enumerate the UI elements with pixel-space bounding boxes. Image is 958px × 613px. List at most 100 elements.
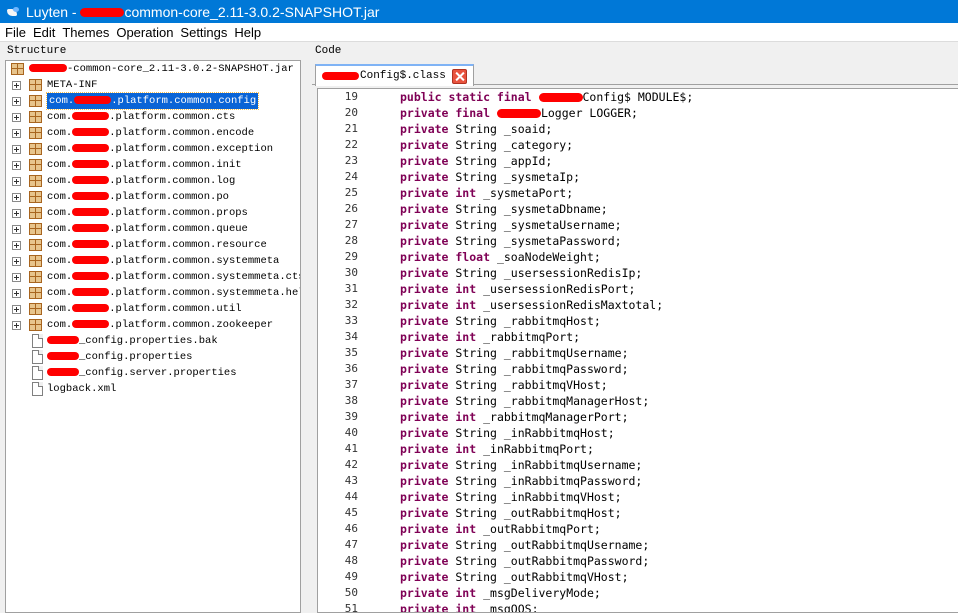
tree-package-item[interactable]: com. .platform.common.props [6, 205, 300, 221]
tree-package-item[interactable]: com. .platform.common.zookeeper [6, 317, 300, 333]
tab-config-class[interactable]: Config$.class [315, 64, 474, 86]
package-label: META-INF [47, 77, 97, 93]
tree-package-item[interactable]: com. .platform.common.po [6, 189, 300, 205]
close-tab-icon[interactable] [451, 68, 467, 84]
code-text: private int _rabbitmqManagerPort; [362, 409, 629, 425]
package-icon [29, 207, 42, 219]
code-keyword: private [400, 362, 449, 376]
menu-edit[interactable]: Edit [31, 25, 60, 40]
tree-package-item[interactable]: com. .platform.common.log [6, 173, 300, 189]
tree-package-item[interactable]: META-INF [6, 77, 300, 93]
package-icon [29, 287, 42, 299]
code-keyword: private [400, 122, 449, 136]
package-suffix: .platform.common.queue [109, 223, 248, 235]
line-number: 37 [318, 377, 362, 393]
code-line: 46 private int _outRabbitmqPort; [318, 521, 958, 537]
code-rest: String _outRabbitmqHost; [455, 506, 622, 520]
tree-package-item[interactable]: com. .platform.common.init [6, 157, 300, 173]
redaction-mark [47, 352, 79, 361]
code-keyword: private [400, 138, 449, 152]
code-rest: _sysmetaPort; [483, 186, 574, 200]
tree-file-item[interactable]: _config.properties.bak [6, 333, 300, 349]
tree-package-item[interactable]: com. .platform.common.exception [6, 141, 300, 157]
code-line: 51 private int _msgQOS; [318, 601, 958, 612]
tree-package-item[interactable]: com. .platform.common.systemmeta [6, 253, 300, 269]
expand-toggle-icon[interactable] [12, 113, 21, 122]
expand-toggle-icon[interactable] [12, 129, 21, 138]
code-keyword: private [400, 170, 449, 184]
code-keyword: private [400, 202, 449, 216]
code-line: 44 private String _inRabbitmqVHost; [318, 489, 958, 505]
package-prefix: com. [47, 191, 73, 203]
expand-toggle-icon[interactable] [12, 273, 21, 282]
code-rest: String _appId; [455, 154, 553, 168]
tree-package-item[interactable]: com. .platform.common.queue [6, 221, 300, 237]
code-rest: String _sysmetaUsername; [455, 218, 622, 232]
file-label: _config.properties [47, 349, 192, 365]
package-prefix: com. [47, 319, 73, 331]
package-label: com. .platform.common.systemmeta.cts. [47, 269, 300, 285]
expand-toggle-icon[interactable] [12, 225, 21, 234]
code-rest: String _outRabbitmqVHost; [455, 570, 629, 584]
expand-toggle-icon[interactable] [12, 161, 21, 170]
split-pane-divider[interactable] [304, 44, 310, 613]
package-label: com. .platform.common.resource [47, 237, 267, 253]
redaction-mark [496, 109, 541, 118]
expand-toggle-icon[interactable] [12, 97, 21, 106]
code-editor[interactable]: 19 public static final Config$ MODULE$; 20… [317, 88, 958, 613]
expand-toggle-icon[interactable] [12, 305, 21, 314]
menu-operation[interactable]: Operation [114, 25, 178, 40]
code-rest: String _usersessionRedisIp; [455, 266, 643, 280]
structure-tree[interactable]: -common-core_2.11-3.0.2-SNAPSHOT.jar MET… [5, 60, 301, 613]
code-keyword: private [400, 506, 449, 520]
menu-help[interactable]: Help [232, 25, 266, 40]
tree-package-item[interactable]: com. .platform.common.systemmeta.help [6, 285, 300, 301]
menu-settings[interactable]: Settings [178, 25, 232, 40]
expand-toggle-icon[interactable] [12, 257, 21, 266]
code-rest: _usersessionRedisPort; [483, 282, 636, 296]
tree-file-item[interactable]: _config.properties [6, 349, 300, 365]
line-number: 27 [318, 217, 362, 233]
line-number: 29 [318, 249, 362, 265]
package-label: com. .platform.common.zookeeper [47, 317, 273, 333]
code-line: 48 private String _outRabbitmqPassword; [318, 553, 958, 569]
package-icon [29, 271, 42, 283]
structure-pane: Structure -common-core_2.11-3.0.2-SNAPSH… [4, 44, 304, 613]
expand-toggle-icon[interactable] [12, 193, 21, 202]
tree-package-item[interactable]: com. .platform.common.config [6, 92, 300, 110]
package-suffix: .platform.common.encode [109, 127, 255, 139]
tree-package-item[interactable]: com. .platform.common.cts [6, 109, 300, 125]
code-rest: String _rabbitmqHost; [455, 314, 601, 328]
menu-themes[interactable]: Themes [60, 25, 114, 40]
tree-file-item[interactable]: _config.server.properties [6, 365, 300, 381]
code-line: 24 private String _sysmetaIp; [318, 169, 958, 185]
expand-toggle-icon[interactable] [12, 145, 21, 154]
code-keyword: private final [400, 106, 491, 120]
tree-package-item[interactable]: com. .platform.common.encode [6, 125, 300, 141]
package-icon [29, 223, 42, 235]
expand-toggle-icon[interactable] [12, 209, 21, 218]
package-prefix: com. [47, 111, 73, 123]
tree-package-item[interactable]: com. .platform.common.systemmeta.cts. [6, 269, 300, 285]
file-icon [32, 350, 43, 364]
code-keyword: private [400, 394, 449, 408]
expand-toggle-icon[interactable] [12, 289, 21, 298]
tree-root-jar[interactable]: -common-core_2.11-3.0.2-SNAPSHOT.jar [6, 61, 300, 77]
tree-file-item[interactable]: logback.xml [6, 381, 300, 397]
line-number: 40 [318, 425, 362, 441]
tree-package-item[interactable]: com. .platform.common.util [6, 301, 300, 317]
expand-toggle-icon[interactable] [12, 81, 21, 90]
code-text: private int _usersessionRedisMaxtotal; [362, 297, 663, 313]
menu-file[interactable]: File [3, 25, 31, 40]
redaction-mark [72, 176, 110, 185]
code-text: private String _sysmetaDbname; [362, 201, 608, 217]
expand-toggle-icon[interactable] [12, 241, 21, 250]
redaction-mark [322, 72, 359, 80]
expand-toggle-icon[interactable] [12, 177, 21, 186]
code-text: private String _outRabbitmqHost; [362, 505, 622, 521]
package-label: com. .platform.common.po [47, 189, 229, 205]
code-text: private String _outRabbitmqVHost; [362, 569, 629, 585]
tree-package-item[interactable]: com. .platform.common.resource [6, 237, 300, 253]
code-line: 19 public static final Config$ MODULE$; [318, 89, 958, 105]
expand-toggle-icon[interactable] [12, 321, 21, 330]
